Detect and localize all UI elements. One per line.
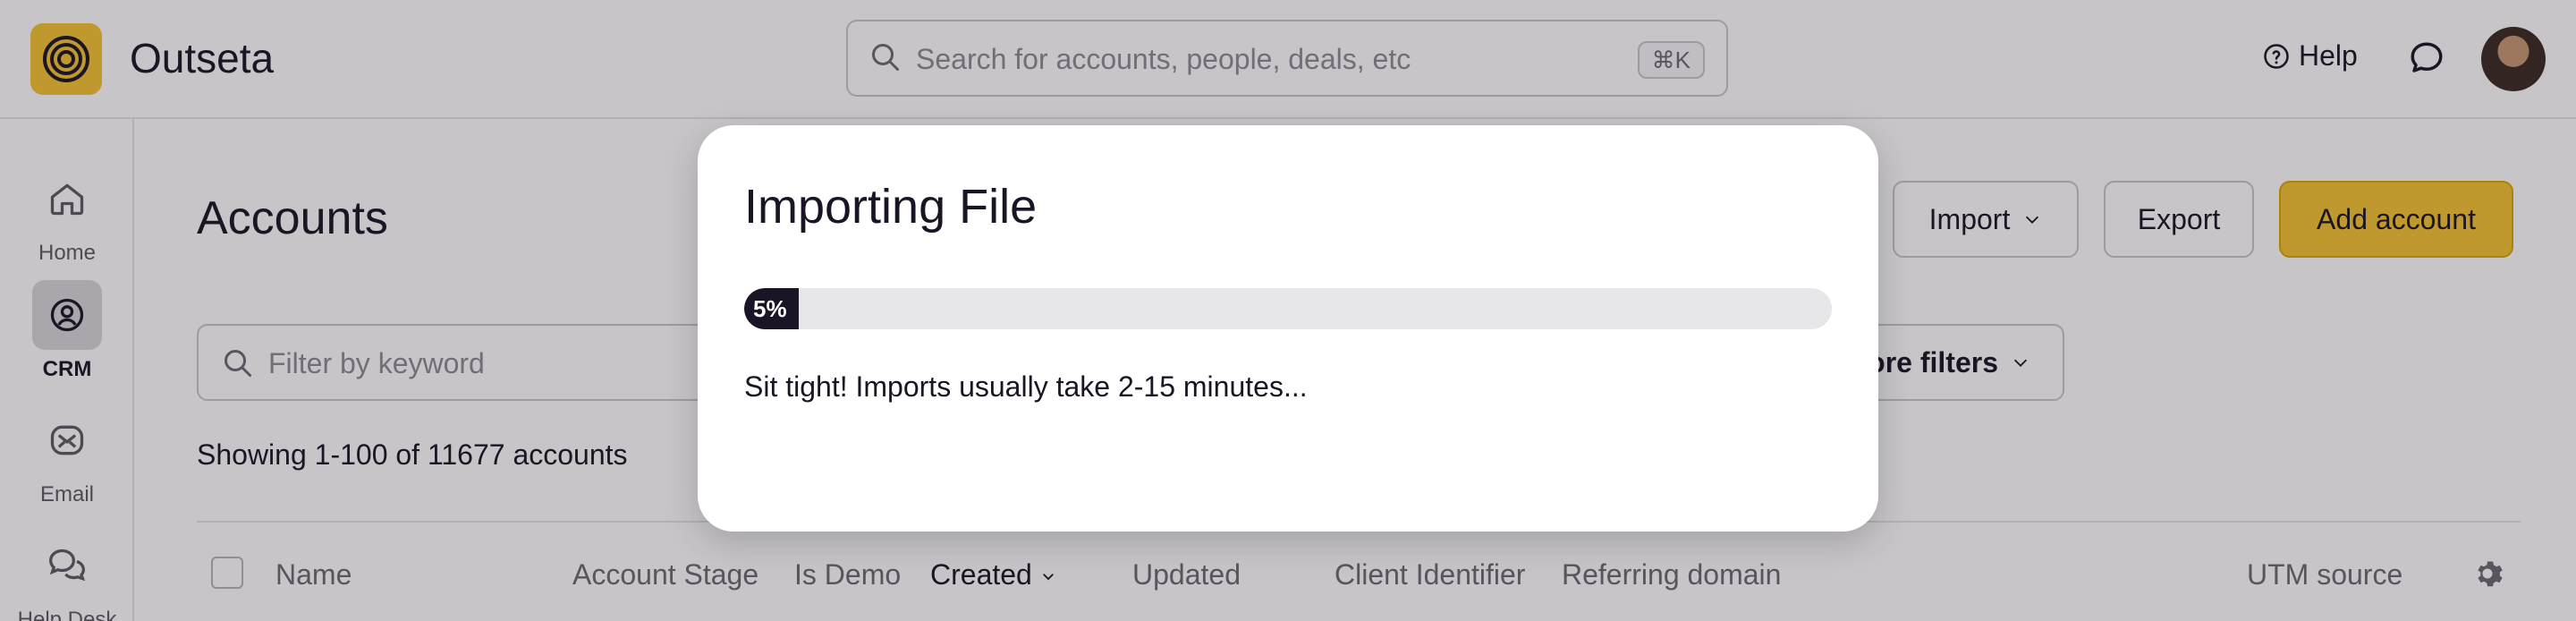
progress-label: 5% — [753, 295, 787, 322]
progress-bar: 5% — [744, 288, 1832, 329]
modal-title: Importing File — [744, 180, 1038, 234]
import-progress-modal: Importing File 5% Sit tight! Imports usu… — [698, 125, 1878, 532]
modal-message: Sit tight! Imports usually take 2-15 min… — [744, 370, 1308, 403]
